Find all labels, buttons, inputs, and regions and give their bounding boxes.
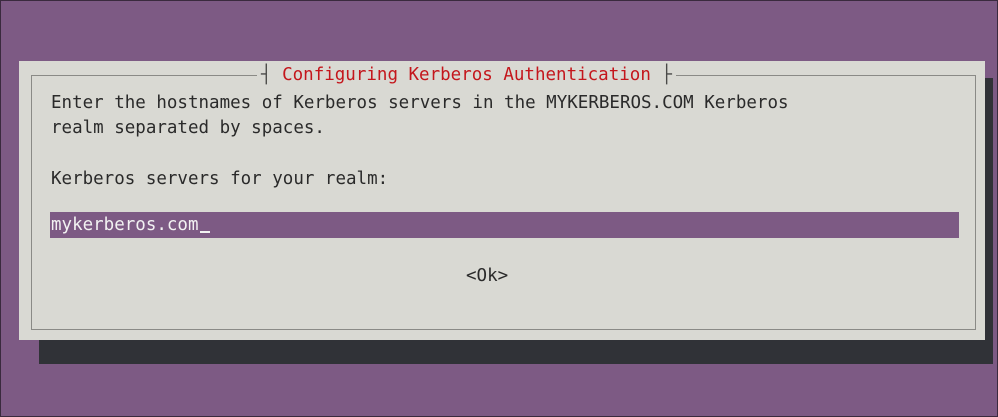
description-line-2: realm separated by spaces. xyxy=(51,118,325,138)
ok-button[interactable]: <Ok> xyxy=(466,264,508,288)
servers-prompt-label: Kerberos servers for your realm: xyxy=(51,169,389,189)
kerberos-servers-input-value: mykerberos.com xyxy=(51,215,199,235)
kerberos-servers-input[interactable]: mykerberos.com xyxy=(50,212,959,238)
title-bar-left-glyph: ┤ xyxy=(261,65,272,85)
dialog-title-container: ┤ Configuring Kerberos Authentication ├ xyxy=(257,64,676,86)
text-cursor xyxy=(199,231,210,233)
title-bar-right-glyph: ├ xyxy=(661,65,672,85)
description-line-1: Enter the hostnames of Kerberos servers … xyxy=(51,93,789,113)
dialog-title: Configuring Kerberos Authentication xyxy=(282,65,651,85)
kerberos-config-dialog: ┤ Configuring Kerberos Authentication ├ … xyxy=(19,61,985,340)
